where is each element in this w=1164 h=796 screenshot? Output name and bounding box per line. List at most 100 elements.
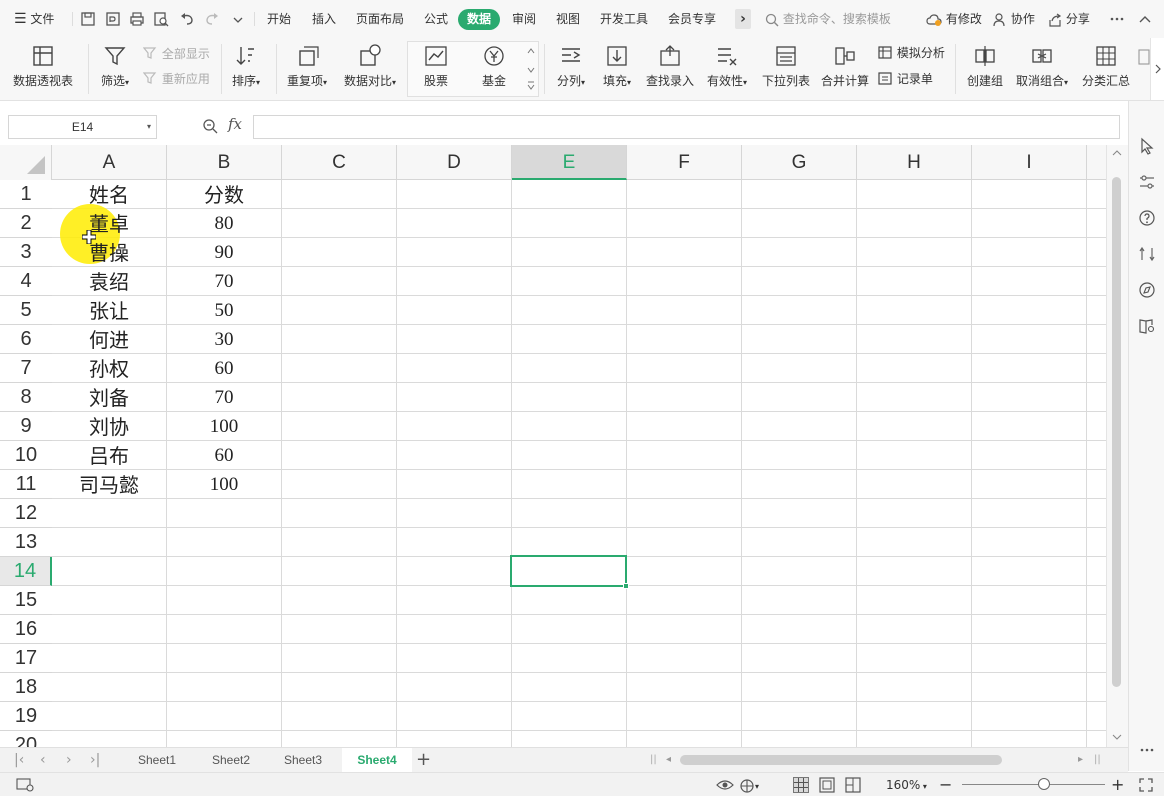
sheet-tab-sheet4[interactable]: Sheet4 — [342, 748, 412, 772]
show-all-button[interactable]: 全部显示 — [142, 45, 210, 62]
row-header-7[interactable]: 7 — [0, 354, 52, 383]
consolidate-button[interactable]: 合并计算 — [819, 44, 871, 89]
select-all-corner[interactable] — [0, 145, 52, 180]
first-sheet-icon[interactable]: |‹ — [14, 748, 24, 772]
print-icon[interactable] — [128, 10, 146, 28]
cell-a3[interactable]: 曹操 — [52, 238, 166, 267]
fund-button[interactable]: 基金 — [472, 44, 516, 89]
cell-a1[interactable]: 姓名 — [52, 180, 166, 209]
more-options-icon[interactable] — [1108, 10, 1126, 28]
column-header-d[interactable]: D — [397, 145, 512, 180]
cell-b10[interactable]: 60 — [167, 441, 281, 470]
record-form-button[interactable]: 记录单 — [878, 70, 933, 87]
name-box-dropdown-icon[interactable]: ▾ — [144, 116, 154, 138]
sheet-tab-sheet1[interactable]: Sheet1 — [122, 748, 192, 772]
normal-view-icon[interactable] — [793, 777, 809, 793]
tab-developer[interactable]: 开发工具 — [600, 0, 648, 38]
view-splitter-icon[interactable]: || — [1094, 748, 1101, 772]
cell-a5[interactable]: 张让 — [52, 296, 166, 325]
fill-handle[interactable] — [623, 583, 629, 589]
cell-b11[interactable]: 100 — [167, 470, 281, 499]
add-sheet-button[interactable]: + — [416, 748, 431, 772]
save-icon[interactable] — [79, 10, 97, 28]
row-header-17[interactable]: 17 — [0, 644, 52, 673]
zoom-level-dropdown[interactable]: 160% ▾ — [886, 773, 927, 796]
create-group-button[interactable]: 创建组 — [963, 44, 1007, 89]
row-header-4[interactable]: 4 — [0, 267, 52, 296]
help-icon[interactable] — [1138, 209, 1156, 227]
column-header-e[interactable]: E — [512, 145, 627, 180]
filter-button[interactable]: 筛选▾ — [97, 44, 133, 89]
dropdown-list-button[interactable]: 下拉列表 — [760, 44, 812, 89]
cell-a7[interactable]: 孙权 — [52, 354, 166, 383]
page-break-view-icon[interactable] — [845, 777, 861, 793]
cell-b2[interactable]: 80 — [167, 209, 281, 238]
redo-icon[interactable] — [203, 10, 221, 28]
share-button[interactable]: 分享 — [1048, 0, 1090, 38]
row-header-8[interactable]: 8 — [0, 383, 52, 412]
zoom-slider-thumb[interactable] — [1038, 778, 1050, 790]
row-header-14[interactable]: 14 — [0, 557, 52, 586]
reapply-button[interactable]: 重新应用 — [142, 70, 210, 87]
column-header-a[interactable]: A — [52, 145, 167, 180]
cell-b9[interactable]: 100 — [167, 412, 281, 441]
print-preview-icon[interactable] — [152, 10, 170, 28]
stock-button[interactable]: 股票 — [414, 44, 458, 89]
tab-data[interactable]: 数据 — [458, 9, 501, 30]
row-header-5[interactable]: 5 — [0, 296, 52, 325]
row-header-15[interactable]: 15 — [0, 586, 52, 615]
sheet-tab-sheet2[interactable]: Sheet2 — [196, 748, 266, 772]
row-header-18[interactable]: 18 — [0, 673, 52, 702]
what-if-analysis-button[interactable]: 模拟分析 — [878, 44, 945, 61]
tab-view[interactable]: 视图 — [556, 0, 580, 38]
row-header-19[interactable]: 19 — [0, 702, 52, 731]
column-header-c[interactable]: C — [282, 145, 397, 180]
tab-home[interactable]: 开始 — [267, 0, 291, 38]
cell-a9[interactable]: 刘协 — [52, 412, 166, 441]
data-compare-button[interactable]: 数据对比▾ — [341, 44, 399, 89]
next-sheet-icon[interactable]: › — [66, 748, 72, 772]
zoom-slider-track[interactable] — [962, 784, 1105, 785]
select-pointer-icon[interactable] — [1138, 137, 1156, 155]
fullscreen-icon[interactable] — [1139, 778, 1153, 792]
page-layout-view-icon[interactable] — [819, 777, 835, 793]
more-tabs-button[interactable]: › — [735, 9, 751, 29]
pivot-table-button[interactable]: 数据透视表 — [11, 44, 75, 89]
column-header-h[interactable]: H — [857, 145, 972, 180]
tab-page-layout[interactable]: 页面布局 — [356, 0, 404, 38]
cell-b3[interactable]: 90 — [167, 238, 281, 267]
row-header-6[interactable]: 6 — [0, 325, 52, 354]
hscroll-left-icon[interactable]: ◂ — [666, 748, 671, 772]
last-sheet-icon[interactable]: ›| — [90, 748, 100, 772]
validity-button[interactable]: 有效性▾ — [704, 44, 750, 89]
column-header-b[interactable]: B — [167, 145, 282, 180]
command-search[interactable]: 查找命令、搜索模板 — [765, 0, 891, 38]
collapse-ribbon-icon[interactable] — [1136, 10, 1154, 28]
lookup-entry-button[interactable]: 查找录入 — [645, 44, 695, 89]
row-header-3[interactable]: 3 — [0, 238, 52, 267]
cell-a10[interactable]: 吕布 — [52, 441, 166, 470]
properties-sliders-icon[interactable] — [1138, 173, 1156, 191]
scroll-down-icon[interactable] — [1112, 733, 1122, 741]
vertical-scrollbar[interactable] — [1106, 145, 1128, 747]
cell-b8[interactable]: 70 — [167, 383, 281, 412]
split-column-button[interactable]: 分列▾ — [553, 44, 589, 89]
row-header-12[interactable]: 12 — [0, 499, 52, 528]
cell-b7[interactable]: 60 — [167, 354, 281, 383]
tab-insert[interactable]: 插入 — [312, 0, 336, 38]
name-box[interactable]: E14 ▾ — [8, 115, 157, 139]
tab-review[interactable]: 审阅 — [512, 0, 536, 38]
cell-b1[interactable]: 分数 — [167, 180, 281, 209]
subtotal-button[interactable]: 分类汇总 — [1080, 44, 1132, 89]
cell-a2[interactable]: 董卓 — [52, 209, 166, 238]
undo-icon[interactable] — [178, 10, 196, 28]
collaborate-button[interactable]: 协作 — [993, 0, 1035, 38]
file-menu[interactable]: ☰ 文件 — [14, 0, 54, 38]
cell-a4[interactable]: 袁绍 — [52, 267, 166, 296]
column-header-i[interactable]: I — [972, 145, 1087, 180]
row-header-11[interactable]: 11 — [0, 470, 52, 499]
horizontal-scroll-thumb[interactable] — [680, 755, 1002, 765]
row-header-16[interactable]: 16 — [0, 615, 52, 644]
row-header-10[interactable]: 10 — [0, 441, 52, 470]
tab-member[interactable]: 会员专享 — [668, 0, 716, 38]
